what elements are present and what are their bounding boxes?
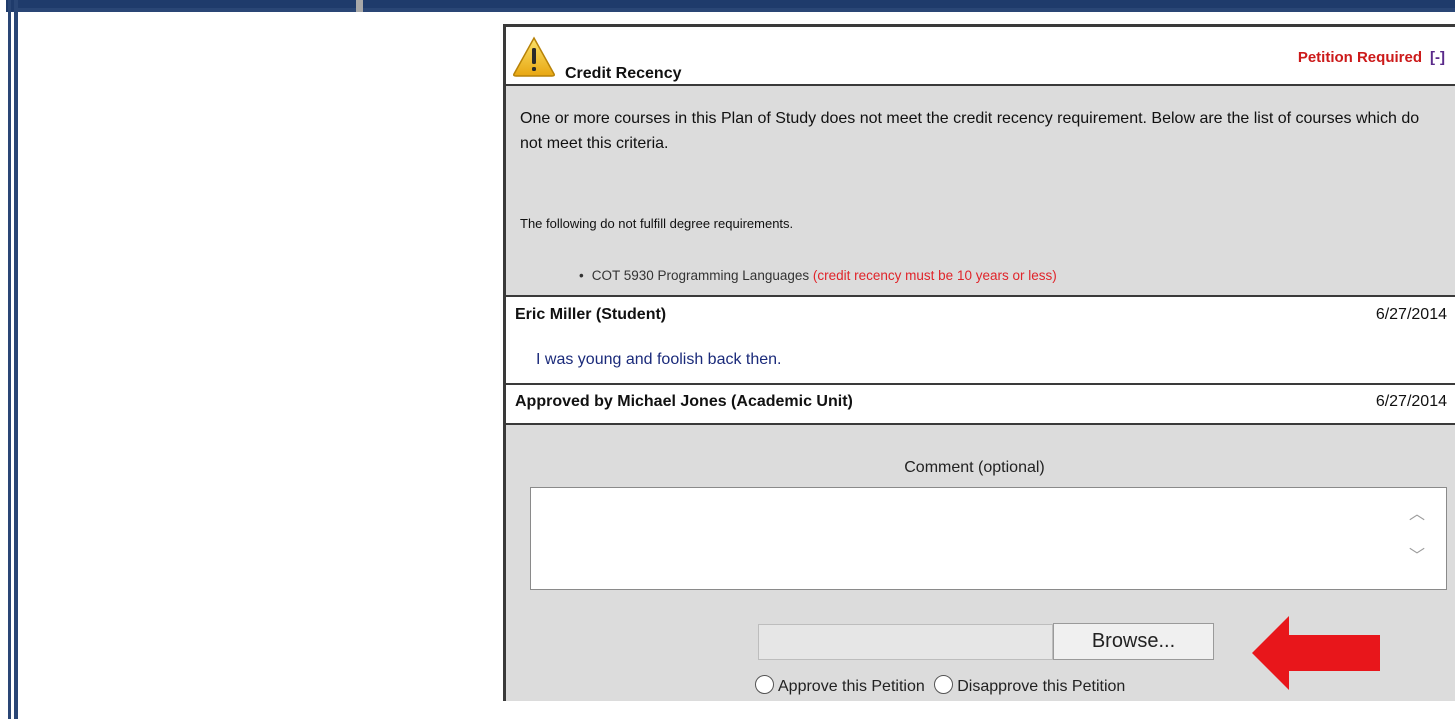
list-item: • COT 5930 Programming Languages (credit … — [579, 268, 1057, 283]
red-arrow-shape — [1252, 616, 1380, 690]
panel-header: Credit Recency Petition Required [-] — [506, 27, 1455, 86]
page-frame-divider — [356, 0, 363, 12]
course-note: (credit recency must be 10 years or less… — [812, 268, 1057, 283]
browse-button[interactable]: Browse... — [1053, 623, 1214, 660]
disapprove-label[interactable]: Disapprove this Petition — [957, 678, 1125, 695]
chevron-down-icon[interactable]: ﹀ — [1406, 547, 1428, 567]
approve-option[interactable]: Approve this Petition — [755, 675, 934, 695]
disapprove-option[interactable]: Disapprove this Petition — [934, 675, 1130, 695]
requirement-section: One or more courses in this Plan of Stud… — [506, 86, 1455, 297]
approval-author: Approved by Michael Jones (Academic Unit… — [515, 393, 853, 410]
chevron-up-icon[interactable]: ︿ — [1406, 505, 1428, 525]
student-comment: Eric Miller (Student) 6/27/2014 I was yo… — [506, 297, 1455, 385]
approve-radio[interactable] — [755, 675, 774, 694]
approval-date: 6/27/2014 — [1375, 393, 1447, 410]
decision-radio-group: Approve this Petition Disapprove this Pe… — [755, 675, 1130, 696]
fulfill-notice: The following do not fulfill degree requ… — [520, 216, 794, 231]
page-frame-left-line-inner — [14, 0, 18, 719]
comment-text: I was young and foolish back then. — [536, 351, 782, 368]
collapse-toggle[interactable]: [-] — [1430, 49, 1445, 66]
course-name: COT 5930 Programming Languages — [591, 268, 810, 283]
requirement-description: One or more courses in this Plan of Stud… — [520, 110, 1420, 152]
page-frame-left-line — [8, 0, 11, 719]
petition-status-label: Petition Required — [1297, 49, 1422, 66]
file-path-field[interactable] — [758, 624, 1053, 660]
petition-panel: Credit Recency Petition Required [-] One … — [503, 24, 1455, 701]
approve-label[interactable]: Approve this Petition — [778, 678, 925, 695]
comment-label: Comment (optional) — [904, 459, 1045, 476]
petition-status: Petition Required [-] — [1298, 49, 1445, 66]
bullet-icon: • — [579, 268, 584, 283]
comment-author: Eric Miller (Student) — [515, 306, 667, 323]
panel-title: Credit Recency — [565, 65, 682, 82]
page-frame-top-inner — [14, 8, 1455, 12]
red-arrow-icon — [1252, 616, 1380, 690]
disapprove-radio[interactable] — [934, 675, 954, 694]
page-frame-left-margin — [0, 0, 6, 719]
comment-date: 6/27/2014 — [1375, 306, 1447, 323]
approval-entry: Approved by Michael Jones (Academic Unit… — [506, 385, 1455, 425]
comment-textarea[interactable] — [530, 487, 1447, 590]
warning-icon — [513, 36, 555, 77]
